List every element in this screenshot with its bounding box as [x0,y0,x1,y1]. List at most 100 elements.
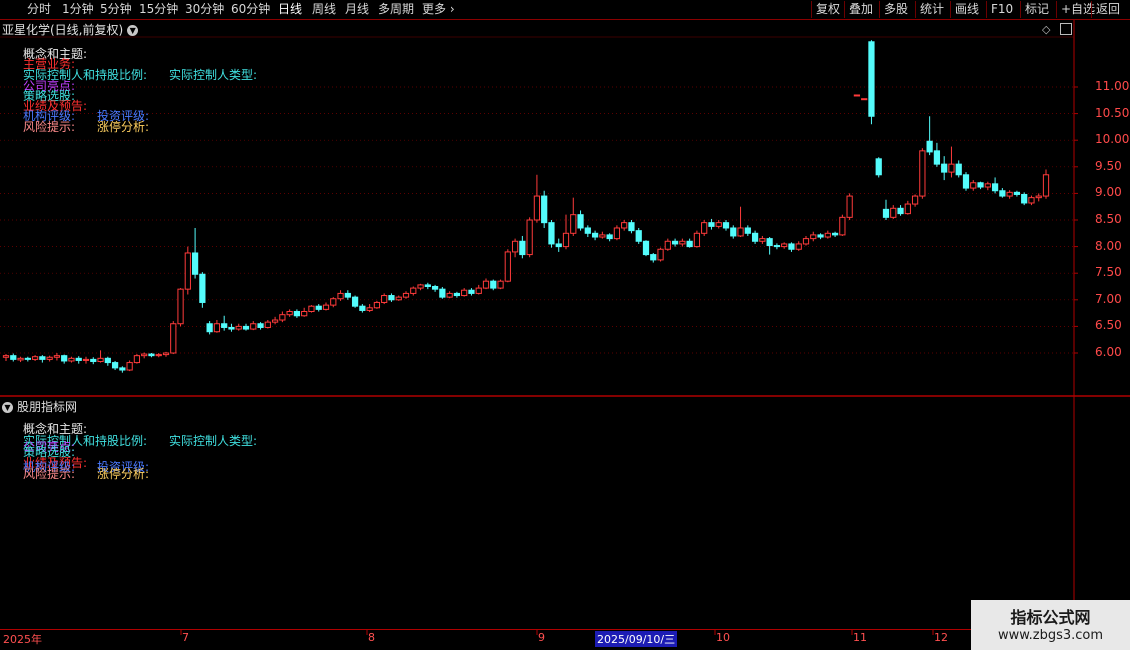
candle-body [337,292,344,300]
period-tab-1min[interactable]: 1分钟 [62,1,94,18]
candle-body [642,240,650,256]
candle-body [17,357,24,361]
candle-body [141,353,148,357]
stats-button[interactable]: 统计 [915,1,948,18]
main-panel-header: 亚星化学(日线,前复权) ▼ [2,21,139,38]
candle-body [381,295,388,303]
candle-body [577,214,584,229]
candle-body [977,182,984,188]
y-tick-label: 8.00 [1095,238,1122,253]
candle-body [191,252,199,275]
candle-body [2,355,10,358]
indicator-title: 股朋指标网 [17,400,78,414]
x-label-jul: 7 [182,631,189,644]
controller-type-label: 实际控制人类型: [169,68,258,82]
chevron-down-icon[interactable]: ▼ [2,402,13,413]
candle-body [344,292,351,298]
candle-body [90,358,97,363]
x-label-oct: 10 [716,631,730,644]
more-menu[interactable]: 更多 › [422,1,455,18]
y-tick-label: 8.50 [1095,212,1122,226]
overlay-button[interactable]: 叠加 [844,1,877,18]
candle-body [301,311,308,317]
candle-body [431,286,439,290]
candle-body [904,203,911,215]
candle-body [221,323,228,328]
top-toolbar: 分时 1分钟 5分钟 15分钟 30分钟 60分钟 日线 周线 月线 多周期 更… [0,0,1130,20]
back-button[interactable]: 返回 [1091,1,1124,18]
candle-body [402,292,410,298]
candle-body [868,41,875,117]
x-label-sep: 9 [538,631,545,644]
limit-up-label: 涨停分析: [97,120,150,134]
period-tab-month[interactable]: 月线 [345,1,369,18]
watermark-url: www.zbgs3.com [997,628,1104,643]
candle-body [475,287,482,294]
candle-body [875,158,882,176]
candle-body [701,222,708,234]
period-tab-5min[interactable]: 5分钟 [100,1,132,18]
candle-body [388,295,395,301]
candle-body [504,251,511,282]
candle-body [919,150,926,197]
candle-body [97,357,104,363]
candle-body [759,238,766,242]
candle-body [31,356,39,360]
f10-button[interactable]: F10 [986,1,1017,18]
candle-body [170,323,177,354]
candle-body [781,243,788,248]
candle-body [1042,174,1050,197]
candle-body [890,207,897,218]
candle-body [279,314,286,321]
candle-body [39,356,46,360]
chevron-down-icon[interactable]: ▼ [127,25,139,36]
candle-body [999,190,1006,197]
candle-body [650,254,657,261]
mark-button[interactable]: 标记 [1020,1,1053,18]
candle-body [359,305,366,311]
candle-body [802,238,810,245]
candle-body [533,195,541,221]
candle-body [817,234,824,238]
candle-body [490,280,497,289]
candle-body [831,232,839,236]
period-tab-60min[interactable]: 60分钟 [231,1,270,18]
candle-body [228,326,235,330]
candlestick-chart[interactable] [0,20,1130,650]
candle-body [664,240,671,250]
candle-body [395,296,402,301]
period-tab-fenshi[interactable]: 分时 [27,1,51,18]
candle-body [235,325,242,330]
draw-line-button[interactable]: 画线 [950,1,983,18]
period-tab-30min[interactable]: 30分钟 [185,1,224,18]
y-tick-label: 7.00 [1095,291,1122,306]
fuquan-button[interactable]: 复权 [811,1,844,18]
diamond-icon[interactable]: ◇ [1042,23,1050,36]
candle-body [570,214,577,234]
candle-body [206,323,213,333]
candle-body [61,355,68,362]
candle-body [933,150,941,165]
panel-toggle-icon[interactable] [1060,23,1072,35]
candle-body [351,296,359,307]
candle-body [242,325,250,330]
candle-body [417,284,424,289]
y-tick-label: 9.50 [1095,158,1122,173]
candle-body [628,222,635,232]
period-tab-multi[interactable]: 多周期 [378,1,414,18]
period-tab-week[interactable]: 周线 [312,1,336,18]
candle-body [53,355,61,358]
candle-body [686,240,693,248]
candle-body [257,323,264,328]
candle-body [766,238,773,247]
candle-body [162,352,170,356]
y-tick-label: 10.50 [1095,105,1130,120]
candle-body [82,358,90,361]
period-tab-15min[interactable]: 15分钟 [139,1,178,18]
period-tab-day[interactable]: 日线 [278,1,302,18]
candle-body [657,248,664,261]
multi-stock-button[interactable]: 多股 [879,1,912,18]
candle-body [795,243,802,250]
candle-body [519,240,526,256]
candle-body [773,245,781,248]
